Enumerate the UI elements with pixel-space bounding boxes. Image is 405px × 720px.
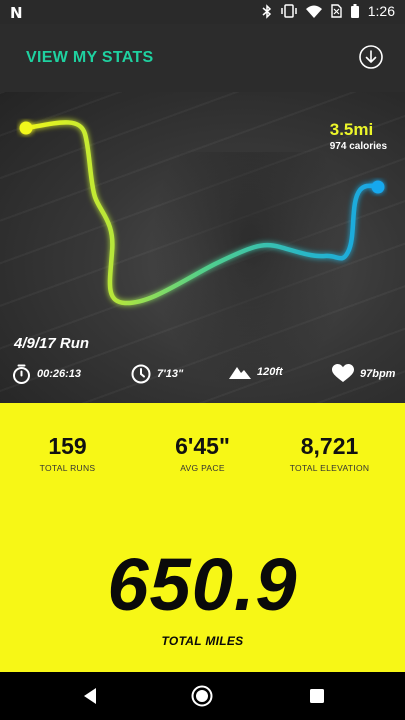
heart-rate-metric: 97bpm xyxy=(332,364,395,383)
stat-label: AVG PACE xyxy=(180,463,225,473)
stats-panel: 159 TOTAL RUNS 6'45" AVG PACE 8,721 TOTA… xyxy=(0,403,405,672)
n-logo-icon: N xyxy=(10,4,23,22)
stopwatch-icon xyxy=(13,364,30,384)
bluetooth-icon xyxy=(262,3,271,19)
page-title: VIEW MY STATS xyxy=(26,49,154,66)
status-icons: 1:26 xyxy=(262,3,395,19)
battery-icon xyxy=(350,4,359,18)
heart-icon xyxy=(332,364,354,382)
system-nav-bar xyxy=(0,672,405,720)
route-line xyxy=(24,120,381,306)
run-route-card[interactable]: 3.5mi 974 calories 4/9/17 Run 00:26:13 7… xyxy=(0,92,405,403)
stat-value: 6'45" xyxy=(175,433,230,459)
pace-value: 7'13" xyxy=(157,368,184,380)
stat-avg-pace: 6'45" AVG PACE xyxy=(135,433,270,473)
stat-value: 159 xyxy=(48,433,87,459)
stat-label: TOTAL ELEVATION xyxy=(289,463,370,473)
recents-icon[interactable] xyxy=(305,684,329,708)
status-bar: N 1:26 xyxy=(0,0,405,24)
heart-rate-value: 97bpm xyxy=(360,367,396,380)
route-start-marker xyxy=(19,121,33,135)
distance-value: 3.5mi xyxy=(329,120,374,139)
run-metrics: 00:26:13 7'13" 120ft 97bpm xyxy=(0,364,405,390)
calories-value: 974 calories xyxy=(329,141,387,152)
clock-icon xyxy=(131,364,151,384)
distance-summary: 3.5mi 974 calories xyxy=(330,120,387,152)
mountain-icon xyxy=(229,367,251,379)
duration-metric: 00:26:13 xyxy=(12,364,81,384)
pace-metric: 7'13" xyxy=(131,364,183,384)
back-icon[interactable] xyxy=(78,684,102,708)
stat-value: 8,721 xyxy=(300,433,359,459)
home-icon[interactable] xyxy=(190,684,214,708)
stat-label: TOTAL RUNS xyxy=(39,463,96,473)
total-miles-label: TOTAL MILES xyxy=(161,634,244,648)
total-miles: 650.9 TOTAL MILES xyxy=(0,543,405,649)
app-bar: VIEW MY STATS xyxy=(0,24,405,92)
elevation-value: 120ft xyxy=(257,366,283,378)
route-end-marker xyxy=(371,180,385,194)
vibrate-icon xyxy=(281,4,297,18)
elevation-metric: 120ft xyxy=(229,364,283,380)
wifi-icon xyxy=(305,5,322,18)
download-circle-icon[interactable] xyxy=(359,45,383,69)
stat-total-elevation: 8,721 TOTAL ELEVATION xyxy=(262,433,397,473)
status-time: 1:26 xyxy=(367,3,395,19)
duration-value: 00:26:13 xyxy=(37,368,82,380)
stat-total-runs: 159 TOTAL RUNS xyxy=(0,433,135,473)
no-sim-icon xyxy=(331,4,342,18)
total-miles-value: 650.9 xyxy=(107,543,298,626)
run-date-label: 4/9/17 Run xyxy=(14,335,90,352)
